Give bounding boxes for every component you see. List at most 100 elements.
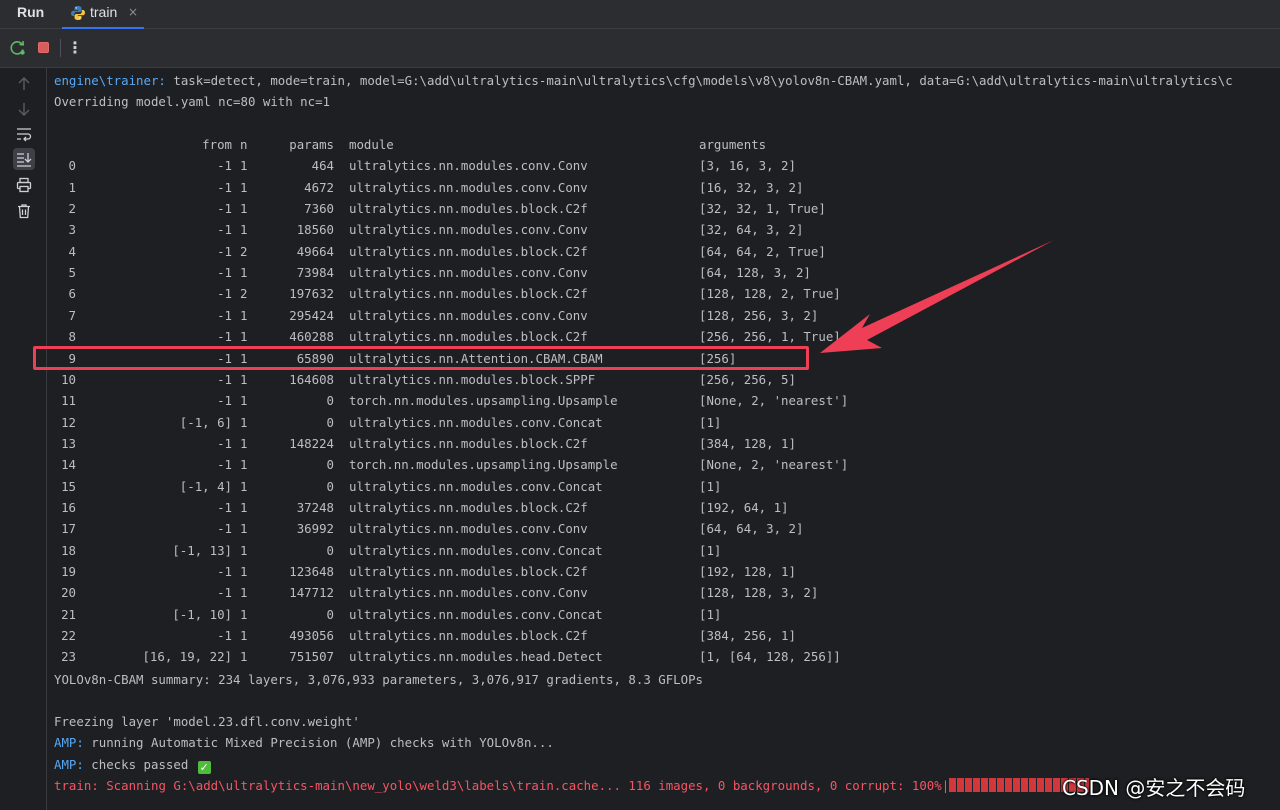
layer-module: ultralytics.nn.modules.conv.Conv [349,521,588,536]
previous-occurrence-button[interactable] [13,73,35,95]
layer-n: 1 [240,329,248,344]
header-arguments: arguments [699,137,767,152]
layer-module: ultralytics.nn.modules.block.C2f [349,286,588,301]
toolbar-divider [60,39,61,57]
table-row: 19 -1 1 123648 ultralytics.nn.modules.block.… [46,561,1280,582]
layer-params: 464 [311,158,334,173]
check-mark-icon: ✓ [197,761,211,774]
python-icon [71,6,85,20]
next-occurrence-button[interactable] [13,98,35,120]
layer-arguments: [64, 64, 2, True] [699,244,826,259]
layer-n: 1 [240,521,248,536]
console-line-summary: YOLOv8n-CBAM summary: 234 layers, 3,076,… [54,672,704,687]
layer-module: ultralytics.nn.modules.conv.Concat [349,415,603,430]
soft-wrap-icon [17,128,32,142]
layer-params: 751507 [289,649,334,664]
layer-module: ultralytics.nn.modules.block.C2f [349,436,588,451]
layer-arguments: [128, 256, 3, 2] [699,308,819,323]
layer-n: 1 [240,543,248,558]
run-tool-window: Run train × ⋮ engine\trainer: task=detec… [0,0,1280,810]
layer-arguments: [32, 32, 1, True] [699,201,826,216]
layer-index: 18 [61,543,76,558]
print-button[interactable] [13,174,35,196]
layer-n: 1 [240,649,248,664]
layer-index: 1 [68,180,76,195]
layer-params: 18560 [296,222,334,237]
amp-passed-text: checks passed [83,757,189,772]
table-row: 3 -1 1 18560 ultralytics.nn.modules.conv.Con… [46,219,1280,240]
layer-arguments: [192, 128, 1] [699,564,796,579]
layer-index: 20 [61,585,76,600]
table-row: 16 -1 1 37248 ultralytics.nn.modules.block.C… [46,497,1280,518]
layer-params: 0 [326,479,334,494]
tab-train[interactable]: train × [62,0,144,29]
layer-params: 460288 [289,329,334,344]
layer-n: 1 [240,564,248,579]
layer-module: ultralytics.nn.modules.conv.Conv [349,222,588,237]
layer-index: 17 [61,521,76,536]
layer-params: 0 [326,457,334,472]
layer-module: ultralytics.nn.modules.conv.Concat [349,543,603,558]
layer-params: 123648 [289,564,334,579]
layer-arguments: [3, 16, 3, 2] [699,158,796,173]
layer-from: -1 [217,436,232,451]
rerun-button[interactable] [9,39,27,57]
stop-button[interactable] [35,39,53,57]
table-row: 7 -1 1 295424 ultralytics.nn.modules.conv.Co… [46,305,1280,326]
layer-arguments: [128, 128, 2, True] [699,286,841,301]
console-line-amp-running: AMP: running Automatic Mixed Precision (… [54,732,554,753]
layer-from: -1 [217,564,232,579]
more-options-button[interactable]: ⋮ [66,39,84,57]
table-row: 4 -1 2 49664 ultralytics.nn.modules.block.C2… [46,241,1280,262]
soft-wrap-button[interactable] [13,123,35,145]
layer-arguments: [1] [699,607,722,622]
layer-from: -1 [217,393,232,408]
console-line-train-scan: train: Scanning G:\add\ultralytics-main\… [54,775,1090,796]
table-row: 22 -1 1 493056 ultralytics.nn.modules.block.… [46,625,1280,646]
layer-from: -1 [217,158,232,173]
table-row: 2 -1 1 7360 ultralytics.nn.modules.block.C2f… [46,198,1280,219]
layer-params: 148224 [289,436,334,451]
scroll-to-end-icon [17,153,32,167]
layer-module: ultralytics.nn.modules.block.C2f [349,500,588,515]
layer-arguments: [1] [699,543,722,558]
table-row: 1 -1 1 4672 ultralytics.nn.modules.conv.Conv… [46,177,1280,198]
layer-n: 1 [240,158,248,173]
scroll-to-end-button[interactable] [13,148,35,170]
layer-index: 22 [61,628,76,643]
header-module: module [349,137,394,152]
console-side-toolbar [0,68,47,810]
trash-icon [18,204,30,219]
layer-arguments: [1, [64, 128, 256]] [699,649,841,664]
layer-module: ultralytics.nn.modules.conv.Conv [349,180,588,195]
clear-all-button[interactable] [13,200,35,222]
console-line-trainer-args: engine\trainer: task=detect, mode=train,… [54,70,1233,91]
layer-n: 1 [240,180,248,195]
table-row: 6 -1 2 197632 ultralytics.nn.modules.block.C… [46,283,1280,304]
layer-arguments: [None, 2, 'nearest'] [699,457,849,472]
layer-from: -1 [217,180,232,195]
layer-from: -1 [217,521,232,536]
layer-module: ultralytics.nn.modules.conv.Conv [349,265,588,280]
log-prefix-trainer: engine\trainer: [54,73,166,88]
console-output[interactable]: engine\trainer: task=detect, mode=train,… [46,68,1280,810]
layer-n: 1 [240,607,248,622]
stop-icon [38,42,49,53]
layer-from: [-1, 10] [172,607,232,622]
layer-n: 1 [240,351,248,366]
close-icon[interactable]: × [128,5,138,19]
layer-from: [-1, 6] [179,415,232,430]
layer-params: 0 [326,393,334,408]
layer-from: [-1, 13] [172,543,232,558]
table-row: 15 [-1, 4] 1 0 ultralytics.nn.modules.conv.C… [46,476,1280,497]
layer-arguments: [32, 64, 3, 2] [699,222,804,237]
table-row: 20 -1 1 147712 ultralytics.nn.modules.conv.C… [46,582,1280,603]
layer-index: 8 [68,329,76,344]
run-toolbar: ⋮ [0,29,1280,68]
layer-arguments: [192, 64, 1] [699,500,789,515]
tab-train-label: train [90,4,118,20]
layer-params: 197632 [289,286,334,301]
table-row: 10 -1 1 164608 ultralytics.nn.modules.block.… [46,369,1280,390]
layer-module: ultralytics.nn.modules.block.C2f [349,201,588,216]
layer-params: 295424 [289,308,334,323]
